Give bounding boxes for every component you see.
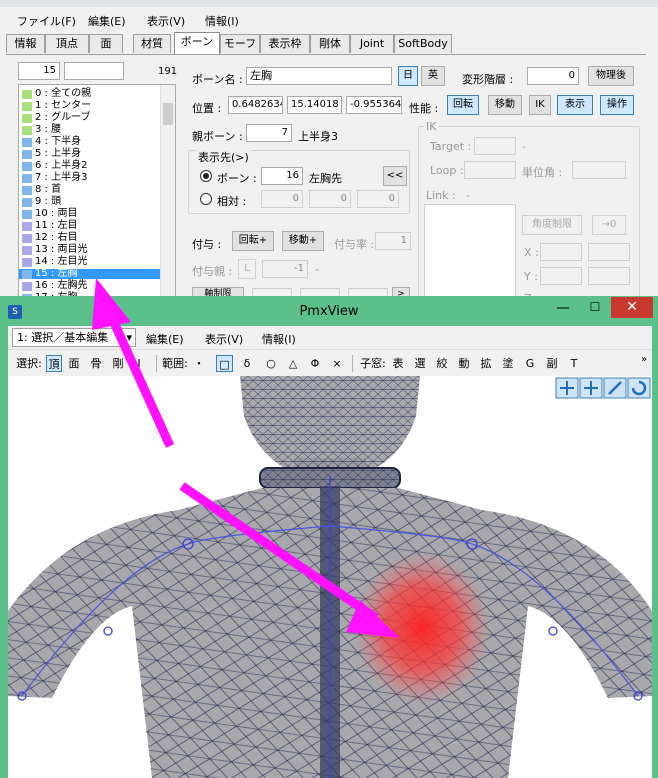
arrow-head-up xyxy=(92,278,131,330)
arrow-to-chest xyxy=(179,482,379,622)
annotation-arrows xyxy=(92,278,400,638)
arrow-to-bone-list xyxy=(107,316,175,448)
